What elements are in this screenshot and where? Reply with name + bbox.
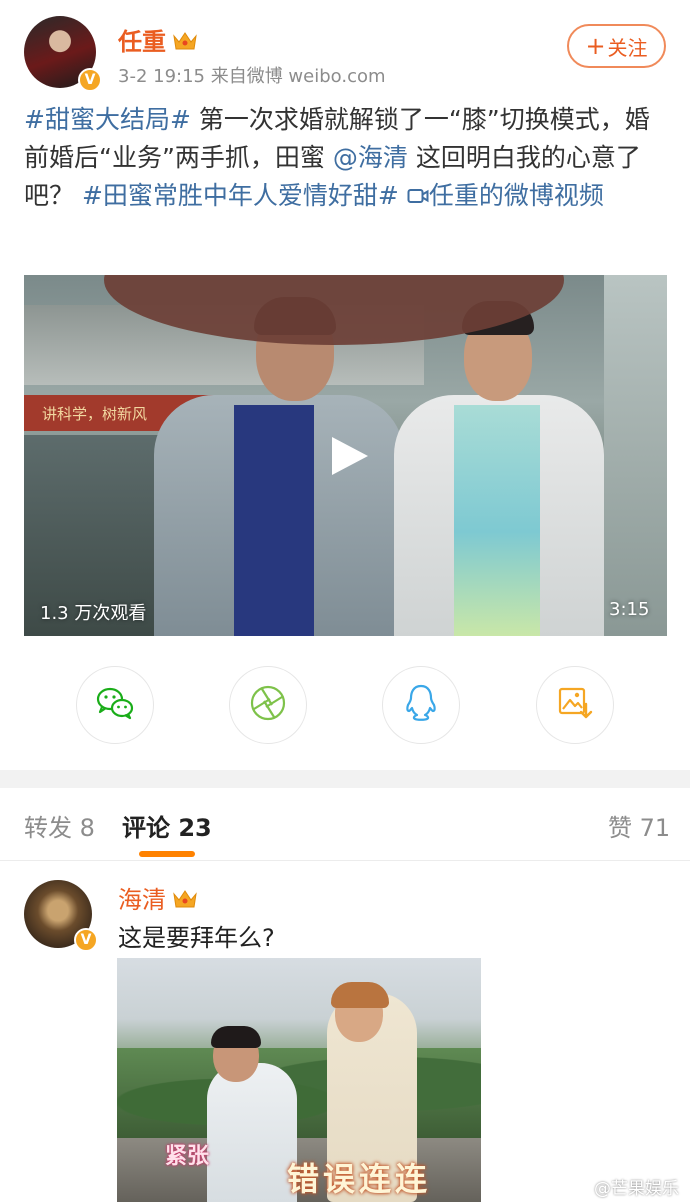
save-image-icon bbox=[556, 684, 594, 726]
comment-scene-hair-2 bbox=[211, 1026, 261, 1048]
video-scene-shirt bbox=[234, 405, 314, 636]
tab-likes[interactable]: 赞 71 bbox=[608, 808, 670, 843]
crown-icon bbox=[172, 888, 198, 916]
play-icon[interactable] bbox=[326, 433, 372, 479]
active-tab-indicator bbox=[139, 851, 195, 857]
video-link-icon[interactable] bbox=[407, 181, 429, 210]
moments-icon bbox=[248, 683, 288, 727]
plus-icon: + bbox=[585, 32, 606, 60]
author-name-text: 任重 bbox=[118, 28, 166, 56]
video-views: 1.3 万次观看 bbox=[40, 603, 147, 624]
share-moments-button[interactable] bbox=[229, 666, 307, 744]
video-player[interactable]: 讲科学，树新风 1.3 万次观看 3:15 bbox=[24, 275, 667, 636]
post-text: #甜蜜大结局# 第一次求婚就解锁了一“膝”切换模式，婚前婚后“业务”两手抓，田蜜… bbox=[24, 101, 670, 215]
comment-text: 这是要拜年么? bbox=[118, 924, 275, 952]
image-caption-big: 错误连连 bbox=[287, 1160, 432, 1198]
comment-verified-badge: V bbox=[74, 928, 98, 952]
watermark: @芒果娱乐 bbox=[568, 1174, 679, 1199]
section-divider bbox=[0, 770, 690, 788]
qq-icon bbox=[404, 683, 438, 727]
weibo-logo-icon bbox=[568, 1178, 589, 1195]
video-scene-shirt-2 bbox=[454, 405, 540, 636]
tab-comments[interactable]: 评论 23 bbox=[122, 808, 212, 843]
wechat-icon bbox=[95, 686, 135, 724]
post-meta: 3-2 19:15 来自微博 weibo.com bbox=[118, 66, 386, 87]
tabs-divider bbox=[0, 860, 690, 861]
image-caption-small: 紧张 bbox=[165, 1144, 210, 1169]
author-avatar[interactable]: V bbox=[24, 16, 102, 92]
tab-repost[interactable]: 转发 8 bbox=[24, 808, 95, 843]
follow-label: 关注 bbox=[607, 35, 648, 60]
follow-button[interactable]: + 关注 bbox=[567, 24, 666, 68]
share-wechat-button[interactable] bbox=[76, 666, 154, 744]
save-image-button[interactable] bbox=[536, 666, 614, 744]
comment-author-text: 海清 bbox=[118, 886, 166, 914]
comment-image[interactable]: 紧张 错误连连 bbox=[117, 958, 481, 1202]
comment-scene-person-2 bbox=[207, 1063, 297, 1202]
video-scene-wall-right bbox=[604, 275, 667, 636]
comment-scene-hair bbox=[331, 982, 389, 1008]
author-name[interactable]: 任重 bbox=[118, 22, 198, 58]
video-duration: 3:15 bbox=[609, 599, 650, 620]
share-qq-button[interactable] bbox=[382, 666, 460, 744]
mention-link[interactable]: @海清 bbox=[333, 143, 408, 172]
hashtag-link[interactable]: #甜蜜大结局# bbox=[24, 105, 191, 134]
video-link[interactable]: 任重的微博视频 bbox=[429, 181, 604, 210]
crown-icon bbox=[172, 30, 198, 58]
comment-author[interactable]: 海清 bbox=[118, 880, 198, 916]
hashtag-link-2[interactable]: #田蜜常胜中年人爱情好甜# bbox=[82, 181, 399, 210]
verified-badge: V bbox=[78, 68, 102, 92]
comment-scene-trees bbox=[117, 1048, 481, 1138]
watermark-text: @芒果娱乐 bbox=[594, 1179, 679, 1199]
comment-avatar[interactable]: V bbox=[24, 880, 98, 952]
